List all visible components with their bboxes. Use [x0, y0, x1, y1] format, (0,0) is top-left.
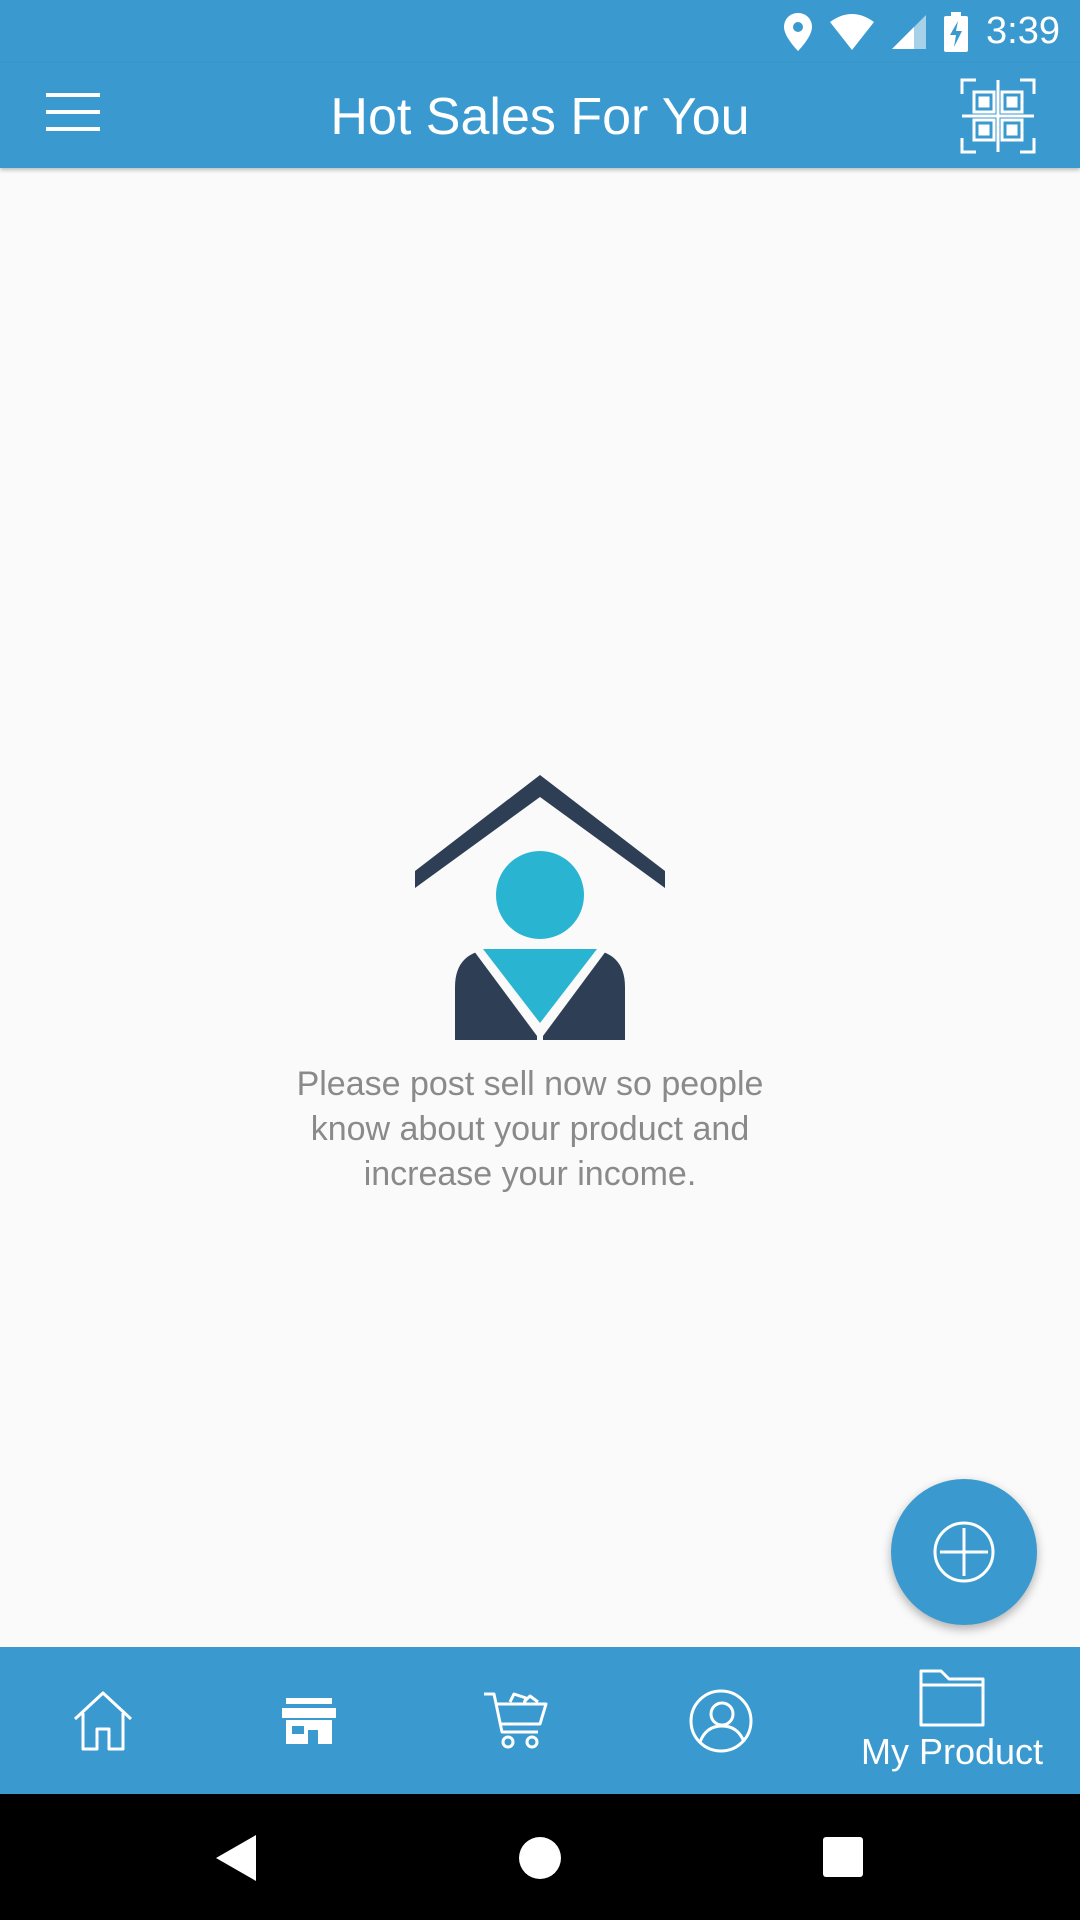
qr-scan-icon[interactable]	[960, 78, 1036, 154]
battery-charging-icon	[944, 11, 969, 52]
cart-icon	[484, 1692, 548, 1748]
store-icon	[282, 1697, 336, 1744]
nav-item-home[interactable]	[0, 1647, 206, 1794]
app-bar: Hot Sales For You	[0, 63, 1080, 168]
bottom-nav: My Product	[0, 1647, 1080, 1794]
empty-state-message: Please post sell now so people know abou…	[296, 1065, 764, 1193]
folder-icon	[919, 1669, 985, 1726]
nav-item-label: My Product	[860, 1730, 1044, 1772]
plus-circle-icon	[933, 1521, 995, 1583]
location-icon	[784, 12, 813, 51]
add-product-button[interactable]	[891, 1479, 1037, 1625]
nav-item-store[interactable]	[206, 1647, 412, 1794]
cell-signal-icon	[892, 14, 927, 49]
home-circle-icon[interactable]	[518, 1836, 562, 1880]
page-title: Hot Sales For You	[330, 88, 750, 146]
back-icon[interactable]	[216, 1835, 256, 1881]
nav-item-my-product[interactable]: My Product	[824, 1647, 1080, 1794]
nav-item-cart[interactable]	[412, 1647, 618, 1794]
profile-icon	[689, 1689, 753, 1752]
system-nav-bar	[0, 1794, 1080, 1920]
status-time: 3:39	[986, 10, 1060, 52]
wifi-icon	[830, 13, 875, 50]
nav-item-profile[interactable]	[618, 1647, 824, 1794]
home-icon	[73, 1691, 133, 1750]
status-bar: 3:39	[0, 0, 1080, 63]
seller-house-icon	[415, 775, 665, 1040]
recents-icon[interactable]	[823, 1837, 863, 1877]
